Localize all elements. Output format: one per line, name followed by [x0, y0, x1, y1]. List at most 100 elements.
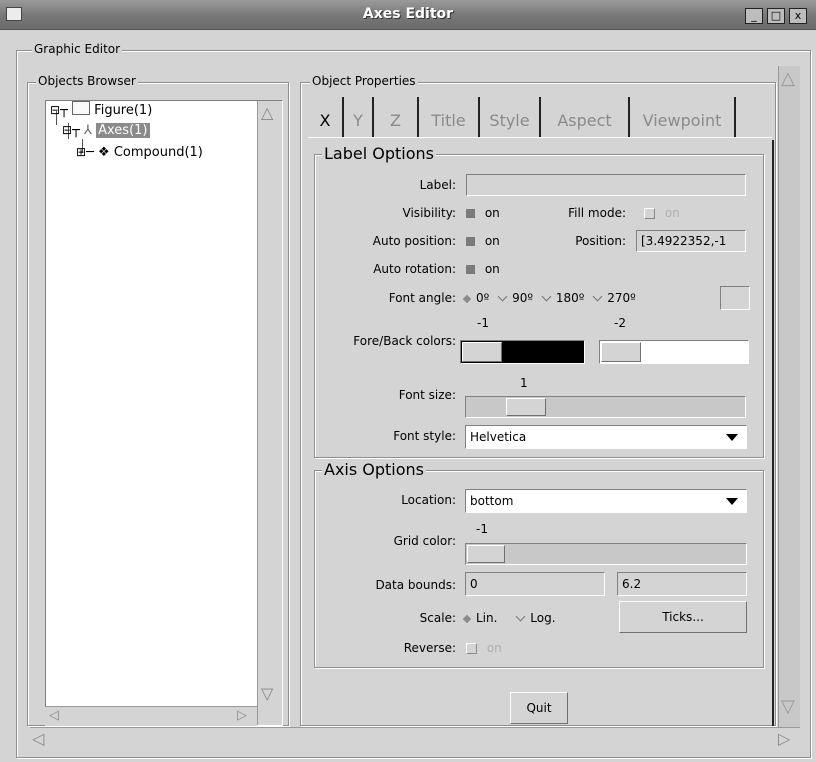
grid-color-thumb[interactable] — [467, 545, 505, 563]
auto-position-check[interactable] — [466, 237, 475, 246]
visibility-check[interactable] — [466, 209, 475, 218]
data-bounds-label: Data bounds: — [375, 578, 456, 592]
grid-color-slider[interactable] — [465, 543, 747, 565]
collapse-icon[interactable]: ⊟ — [50, 103, 60, 117]
data-bounds-max-input[interactable]: 6.2 — [617, 572, 747, 596]
reverse-checkbox[interactable]: on — [466, 641, 502, 655]
quit-button[interactable]: Quit — [510, 692, 568, 724]
fore-color-thumb[interactable] — [462, 342, 502, 362]
tab-viewpoint[interactable]: Viewpoint — [630, 97, 736, 137]
tab-title[interactable]: Title — [419, 97, 480, 137]
minimize-button[interactable]: _ — [745, 8, 763, 24]
font-style-value: Helvetica — [470, 430, 527, 444]
scroll-right-icon[interactable]: ▷ — [778, 729, 790, 748]
tree-horizontal-scrollbar[interactable]: ◁ ▷ — [45, 706, 257, 726]
scale-label: Scale: — [419, 611, 456, 625]
properties-vertical-scrollbar[interactable]: △ ▽ — [778, 66, 800, 728]
location-value: bottom — [470, 494, 514, 508]
reverse-label: Reverse: — [403, 641, 456, 655]
auto-rotation-checkbox[interactable]: on — [466, 262, 500, 276]
fill-mode-label: Fill mode: — [568, 206, 626, 220]
auto-position-checkbox[interactable]: on — [466, 234, 500, 248]
fore-back-label: Fore/Back colors: — [353, 334, 456, 348]
auto-rotation-check[interactable] — [466, 265, 475, 274]
reverse-check[interactable] — [466, 643, 477, 654]
back-color-slider[interactable] — [599, 340, 749, 364]
back-color-thumb[interactable] — [601, 342, 641, 362]
scroll-up-icon[interactable]: △ — [261, 103, 273, 122]
auto-rotation-label: Auto rotation: — [373, 262, 456, 276]
font-angle-label: Font angle: — [388, 291, 456, 305]
title-bar[interactable]: Axes Editor _ □ x — [0, 0, 816, 30]
label-field-label: Label: — [419, 178, 456, 192]
tree-vertical-scrollbar[interactable]: △ ▽ — [257, 101, 282, 725]
collapse-icon[interactable]: ⊟ — [62, 123, 72, 137]
objects-tree[interactable]: ⊟┬ Figure(1) ⊟┬ ⅄ Axes(1) ⊞─ ❖ Compound(… — [45, 100, 283, 726]
font-style-select[interactable]: Helvetica — [465, 425, 747, 449]
dropdown-arrow-icon[interactable] — [726, 434, 738, 441]
radio-180-icon[interactable] — [541, 291, 552, 302]
auto-rotation-state: on — [484, 262, 500, 276]
close-button[interactable]: x — [789, 8, 807, 24]
tree-item-compound[interactable]: ⊞─ ❖ Compound(1) — [76, 145, 203, 160]
axes-icon: ⅄ — [84, 123, 92, 138]
ticks-button[interactable]: Ticks... — [619, 601, 747, 633]
object-properties-legend: Object Properties — [310, 74, 418, 88]
fill-mode-check[interactable] — [644, 208, 655, 219]
tab-z[interactable]: Z — [374, 97, 419, 137]
visibility-state: on — [484, 206, 500, 220]
tab-panel-edge — [772, 140, 774, 726]
radio-log-icon[interactable] — [515, 611, 526, 622]
maximize-button[interactable]: □ — [767, 8, 785, 24]
tab-x[interactable]: X — [308, 97, 344, 137]
fill-mode-state: on — [664, 206, 680, 220]
fore-color-slider[interactable] — [460, 340, 585, 364]
horizontal-scroll-thumb[interactable] — [54, 730, 774, 746]
location-select[interactable]: bottom — [465, 489, 747, 513]
axis-options-legend: Axis Options — [322, 460, 427, 479]
radio-lin-icon[interactable] — [462, 614, 472, 623]
visibility-checkbox[interactable]: on — [466, 206, 500, 220]
tree-item-label: Axes(1) — [96, 123, 150, 138]
auto-position-label: Auto position: — [372, 234, 456, 248]
radio-0-label: 0º — [476, 291, 490, 305]
tab-y[interactable]: Y — [344, 97, 374, 137]
radio-0-icon[interactable] — [462, 294, 472, 303]
data-bounds-min-input[interactable]: 0 — [465, 572, 605, 596]
radio-90-icon[interactable] — [497, 291, 508, 302]
window-title: Axes Editor — [362, 6, 454, 22]
scroll-left-icon[interactable]: ◁ — [32, 729, 44, 748]
label-input[interactable] — [466, 174, 746, 196]
radio-log-label: Log. — [530, 611, 556, 625]
scroll-left-icon[interactable]: ◁ — [49, 708, 59, 723]
main-horizontal-scrollbar[interactable]: ◁ ▷ — [30, 727, 800, 749]
scroll-right-icon[interactable]: ▷ — [237, 708, 247, 723]
scroll-up-icon[interactable]: △ — [781, 68, 795, 89]
fill-mode-checkbox[interactable]: on — [644, 206, 680, 220]
visibility-label: Visibility: — [402, 206, 456, 220]
font-angle-radio-group[interactable]: 0º 90º 180º 270º — [462, 291, 636, 305]
scroll-down-icon[interactable]: ▽ — [781, 696, 795, 717]
font-size-thumb[interactable] — [506, 398, 546, 416]
font-size-label: Font size: — [398, 388, 456, 402]
tab-style[interactable]: Style — [480, 97, 541, 137]
font-style-label: Font style: — [393, 429, 456, 443]
tab-aspect[interactable]: Aspect — [541, 97, 630, 137]
font-size-slider[interactable] — [465, 396, 746, 418]
tree-item-figure[interactable]: ⊟┬ Figure(1) — [50, 101, 152, 118]
radio-270-icon[interactable] — [592, 291, 603, 302]
position-label: Position: — [575, 234, 626, 248]
label-options-legend: Label Options — [322, 144, 436, 163]
grid-color-label: Grid color: — [393, 534, 456, 548]
tab-baseline — [308, 137, 772, 140]
tree-item-axes[interactable]: ⊟┬ ⅄ Axes(1) — [62, 123, 150, 138]
objects-browser-legend: Objects Browser — [36, 74, 138, 88]
dropdown-arrow-icon[interactable] — [726, 498, 738, 505]
font-angle-custom-input[interactable] — [720, 286, 750, 310]
location-label: Location: — [401, 493, 456, 507]
scroll-down-icon[interactable]: ▽ — [261, 684, 273, 703]
scale-radio-group[interactable]: Lin. Log. — [462, 611, 556, 625]
position-input[interactable]: [3.4922352,-1 — [636, 230, 746, 252]
font-size-value: 1 — [520, 376, 528, 390]
expand-icon[interactable]: ⊞ — [76, 145, 86, 159]
